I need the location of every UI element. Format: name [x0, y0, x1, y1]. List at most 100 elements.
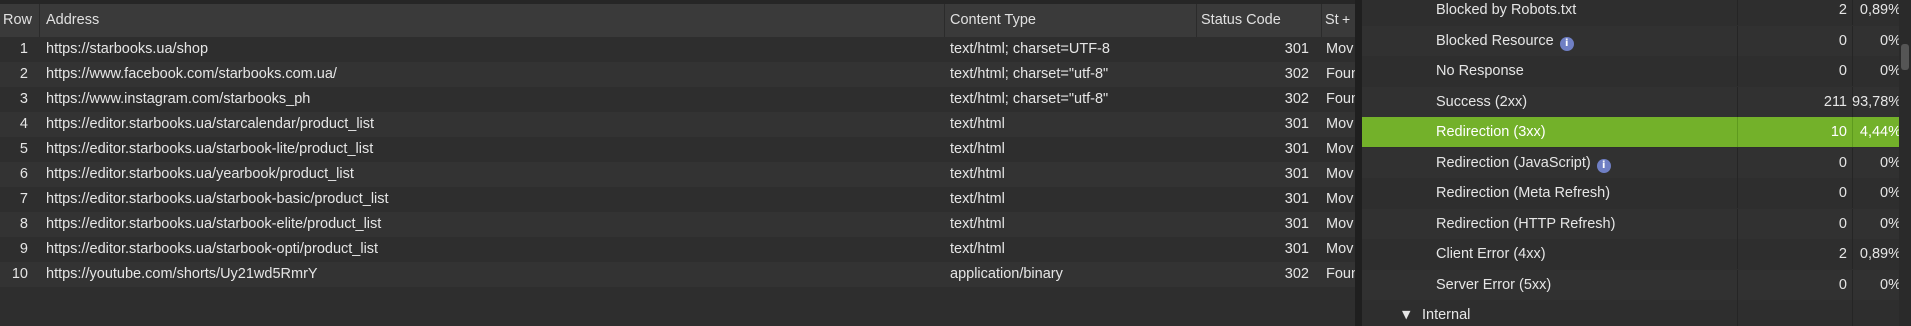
address-cell: https://editor.starbooks.ua/yearbook/pro… — [46, 166, 354, 182]
section-label: Internal — [1422, 307, 1471, 323]
overview-row[interactable]: Blocked by Robots.txt 2 0,89% — [1362, 0, 1911, 25]
row-number-cell: 6 — [19, 166, 28, 182]
table-row[interactable]: 7 https://editor.starbooks.ua/starbook-ba… — [0, 187, 1355, 212]
table-row[interactable]: 8 https://editor.starbooks.ua/starbook-el… — [0, 212, 1355, 237]
overview-label: Blocked by Robots.txt — [1436, 0, 1576, 25]
content-type-cell: text/html; charset=UTF-8 — [950, 41, 1110, 57]
overview-percent: 4,44% — [1859, 124, 1901, 140]
status-cell: Mov — [1326, 141, 1354, 157]
overview-count: 2 — [1838, 2, 1847, 18]
results-table: Row Address Content Type Status Code St … — [0, 0, 1355, 326]
row-number-cell: 3 — [19, 91, 28, 107]
overview-label-text: Redirection (HTTP Refresh) — [1436, 215, 1616, 232]
overview-row[interactable]: Redirection (3xx) 10 4,44% — [1362, 117, 1911, 147]
address-cell: https://editor.starbooks.ua/starbook-eli… — [46, 216, 382, 232]
status-code-cell: 301 — [1284, 166, 1309, 182]
overview-label-text: Success (2xx) — [1436, 93, 1528, 110]
overview-scrollbar[interactable] — [1899, 0, 1911, 326]
status-cell: Mov — [1326, 191, 1354, 207]
column-header-row[interactable]: Row — [0, 4, 40, 37]
overview-row[interactable]: Redirection (JavaScript) i 0 0% — [1362, 147, 1911, 178]
row-number-cell: 9 — [19, 241, 28, 257]
overview-count: 0 — [1838, 215, 1847, 232]
status-cell: Mov — [1326, 41, 1354, 57]
overview-label: Success (2xx) — [1436, 87, 1527, 117]
overview-percent: 0,89% — [1859, 2, 1901, 18]
overview-label: Redirection (HTTP Refresh) — [1436, 209, 1615, 239]
panel-splitter[interactable] — [1355, 0, 1362, 326]
overview-percent: 0% — [1880, 154, 1901, 171]
overview-percent: 0% — [1880, 276, 1901, 293]
overview-label: Client Error (4xx) — [1436, 239, 1546, 269]
status-cell: Mov — [1326, 241, 1354, 257]
overview-label: Blocked Resource i — [1436, 26, 1574, 56]
overview-percent: 0% — [1880, 215, 1901, 232]
table-row[interactable]: 9 https://editor.starbooks.ua/starbook-op… — [0, 237, 1355, 262]
overview-count: 0 — [1838, 276, 1847, 293]
row-number-cell: 10 — [11, 266, 28, 282]
overview-label-text: Redirection (JavaScript) — [1436, 154, 1591, 171]
overview-count: 0 — [1838, 63, 1847, 79]
table-row[interactable]: 6 https://editor.starbooks.ua/yearbook/pr… — [0, 162, 1355, 187]
column-header-status-label: St — [1325, 12, 1339, 28]
column-header-content-type[interactable]: Content Type — [945, 4, 1197, 37]
overview-percent: 93,78% — [1852, 93, 1902, 110]
status-cell: Mov — [1326, 166, 1354, 182]
add-column-icon[interactable]: + — [1342, 4, 1350, 36]
table-row[interactable]: 4 https://editor.starbooks.ua/starcalenda… — [0, 112, 1355, 137]
overview-row[interactable]: Success (2xx) 211 93,78% — [1362, 86, 1911, 117]
overview-label-text: Blocked by Robots.txt — [1436, 2, 1577, 18]
address-cell: https://www.instagram.com/starbooks_ph — [46, 91, 311, 107]
address-cell: https://starbooks.ua/shop — [46, 41, 209, 57]
row-number-cell: 8 — [19, 216, 28, 232]
status-code-cell: 301 — [1284, 241, 1309, 257]
overview-percent: 0% — [1880, 185, 1901, 201]
overview-percent: 0% — [1880, 63, 1901, 79]
info-icon[interactable]: i — [1559, 36, 1574, 51]
overview-count: 0 — [1838, 185, 1847, 201]
status-code-cell: 301 — [1284, 216, 1309, 232]
content-type-cell: text/html — [950, 141, 1005, 157]
table-row[interactable]: 1 https://starbooks.ua/shop text/html; cha… — [0, 37, 1355, 62]
column-divider — [1852, 300, 1853, 326]
column-header-status-code[interactable]: Status Code — [1197, 4, 1322, 37]
table-row[interactable]: 3 https://www.instagram.com/starbooks_ph t… — [0, 87, 1355, 112]
status-cell: Mov — [1326, 116, 1354, 132]
address-cell: https://editor.starbooks.ua/starcalendar… — [46, 116, 375, 132]
triangle-down-icon[interactable]: ▼ — [1402, 300, 1410, 326]
address-cell: https://editor.starbooks.ua/starbook-bas… — [46, 191, 389, 207]
table-header: Row Address Content Type Status Code St … — [0, 4, 1355, 38]
overview-row[interactable]: No Response 0 0% — [1362, 56, 1911, 86]
overview-label: Server Error (5xx) — [1436, 270, 1551, 300]
column-header-address[interactable]: Address — [40, 4, 945, 37]
overview-panel: Blocked by Robots.txt 2 0,89% Blocked Resou… — [1362, 0, 1911, 326]
status-code-cell: 302 — [1284, 266, 1309, 282]
overview-row[interactable]: Server Error (5xx) 0 0% — [1362, 269, 1911, 300]
column-header-status[interactable]: St + — [1322, 4, 1355, 37]
table-row[interactable]: 5 https://editor.starbooks.ua/starbook-li… — [0, 137, 1355, 162]
overview-section-internal[interactable]: ▼ Internal — [1362, 300, 1911, 326]
address-cell: https://www.facebook.com/starbooks.com.u… — [46, 66, 337, 82]
overview-row[interactable]: Blocked Resource i 0 0% — [1362, 25, 1911, 56]
overview-row[interactable]: Client Error (4xx) 2 0,89% — [1362, 239, 1911, 269]
table-row[interactable]: 10 https://youtube.com/shorts/Uy21wd5RmrY… — [0, 262, 1355, 287]
content-type-cell: text/html — [950, 191, 1005, 207]
content-type-cell: application/binary — [950, 266, 1063, 282]
content-type-cell: text/html; charset="utf-8" — [950, 66, 1109, 82]
overview-row[interactable]: Redirection (HTTP Refresh) 0 0% — [1362, 208, 1911, 239]
row-number-cell: 1 — [19, 41, 28, 57]
column-divider — [1737, 300, 1738, 326]
status-cell: Foun — [1326, 266, 1355, 282]
overview-count: 0 — [1838, 32, 1847, 49]
table-row[interactable]: 2 https://www.facebook.com/starbooks.com.… — [0, 62, 1355, 87]
info-icon[interactable]: i — [1596, 158, 1611, 173]
overview-percent: 0% — [1880, 32, 1901, 49]
overview-count: 2 — [1838, 246, 1847, 262]
overview-row[interactable]: Redirection (Meta Refresh) 0 0% — [1362, 178, 1911, 208]
status-cell: Foun — [1326, 66, 1355, 82]
overview-label: Redirection (3xx) — [1436, 117, 1546, 147]
row-number-cell: 4 — [19, 116, 28, 132]
status-code-cell: 302 — [1284, 91, 1309, 107]
scrollbar-thumb[interactable] — [1901, 44, 1909, 70]
content-type-cell: text/html; charset="utf-8" — [950, 91, 1109, 107]
